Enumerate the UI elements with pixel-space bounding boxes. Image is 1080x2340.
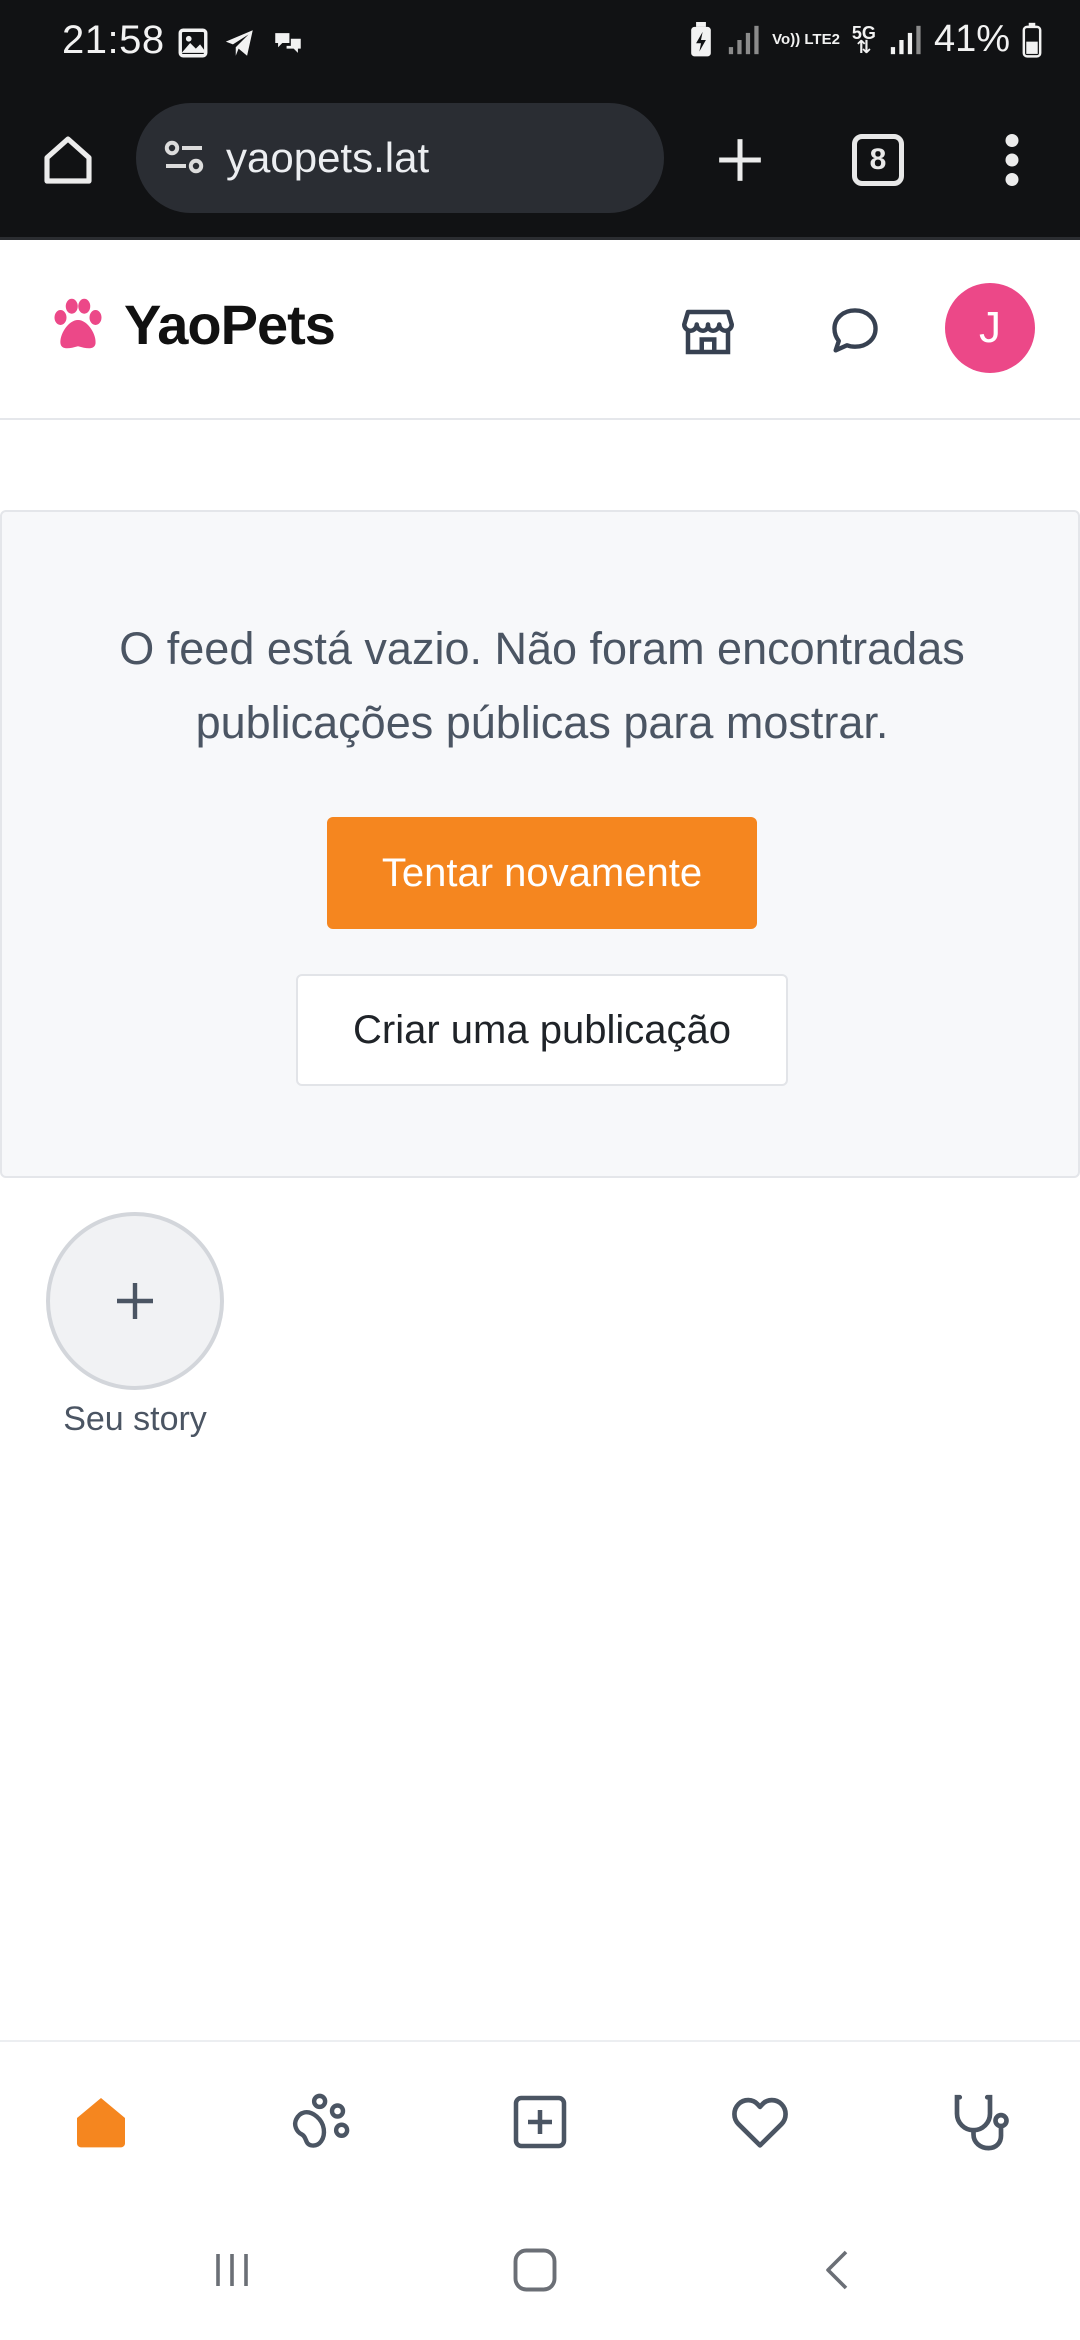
new-tab-button[interactable] — [708, 128, 772, 192]
empty-feed-message: O feed está vazio. Não foram encontradas… — [119, 623, 965, 748]
store-icon — [682, 309, 734, 355]
more-vert-icon — [1005, 134, 1019, 186]
plus-icon — [719, 139, 761, 181]
browser-chrome: 21:58 Vo)) LTE2 5G ⇅ 41% yaopets.lat 8 — [0, 0, 1080, 240]
stethoscope-icon — [954, 2094, 1009, 2151]
signal-icon-1 — [728, 25, 759, 54]
signal-icon-2 — [890, 25, 921, 54]
chat-bubble-icon — [832, 308, 878, 353]
add-post-icon — [513, 2095, 567, 2149]
back-button[interactable] — [808, 2240, 868, 2300]
home-outline-icon — [44, 136, 92, 184]
plus-icon — [117, 1283, 153, 1319]
add-story-circle[interactable] — [46, 1212, 224, 1390]
status-bar: 21:58 Vo)) LTE2 5G ⇅ 41% — [0, 0, 1080, 90]
tab-switcher-button[interactable]: 8 — [852, 134, 904, 186]
brand-name: YaoPets — [124, 293, 336, 356]
notification-icons — [176, 26, 306, 60]
nav-favorites[interactable] — [722, 2084, 798, 2160]
messages-button[interactable] — [826, 302, 886, 362]
shop-button[interactable] — [678, 302, 738, 362]
system-nav-bar — [0, 2200, 1080, 2340]
browser-toolbar: yaopets.lat 8 — [0, 100, 1080, 220]
nav-add-post[interactable] — [502, 2084, 578, 2160]
empty-feed-card: O feed está vazio. Não foram encontradas… — [0, 510, 1080, 1178]
status-right-group: Vo)) LTE2 5G ⇅ 41% — [688, 18, 1042, 61]
bottom-nav — [0, 2040, 1080, 2200]
nav-pets[interactable] — [283, 2084, 359, 2160]
create-post-button[interactable]: Criar uma publicação — [296, 974, 788, 1086]
own-story[interactable]: Seu story — [40, 1212, 230, 1439]
recents-icon — [216, 2254, 248, 2286]
home-icon — [77, 2098, 125, 2148]
heart-icon — [732, 2097, 788, 2148]
paw-icon — [292, 2093, 350, 2148]
back-chevron-icon — [826, 2250, 848, 2290]
brand-logo-link[interactable]: YaoPets — [48, 292, 336, 357]
telegram-icon — [225, 30, 253, 56]
battery-icon — [1022, 22, 1042, 58]
battery-percent: 41% — [933, 18, 1010, 60]
messages-icon — [275, 33, 301, 53]
url-text: yaopets.lat — [226, 134, 430, 181]
recents-button[interactable] — [202, 2240, 262, 2300]
own-story-label: Seu story — [63, 1400, 207, 1438]
home-system-button[interactable] — [505, 2240, 565, 2300]
site-settings-icon[interactable] — [160, 134, 208, 182]
home-square-icon — [513, 2248, 557, 2292]
browser-menu-button[interactable] — [990, 128, 1034, 192]
5g-label: 5G — [851, 22, 876, 43]
paw-logo-icon — [54, 298, 102, 348]
browser-home-button[interactable] — [36, 128, 100, 192]
nav-health[interactable] — [941, 2084, 1017, 2160]
address-bar[interactable]: yaopets.lat — [136, 103, 664, 213]
5g-indicator: 5G ⇅ — [851, 22, 876, 57]
gallery-icon — [178, 28, 208, 58]
app-header: YaoPets J — [0, 240, 1080, 420]
battery-saver-icon — [691, 21, 711, 56]
nav-home[interactable] — [63, 2084, 139, 2160]
retry-button[interactable]: Tentar novamente — [327, 817, 757, 929]
status-time: 21:58 — [62, 18, 165, 62]
user-avatar[interactable]: J — [945, 283, 1035, 373]
volte-indicator: Vo)) LTE2 — [772, 30, 840, 48]
